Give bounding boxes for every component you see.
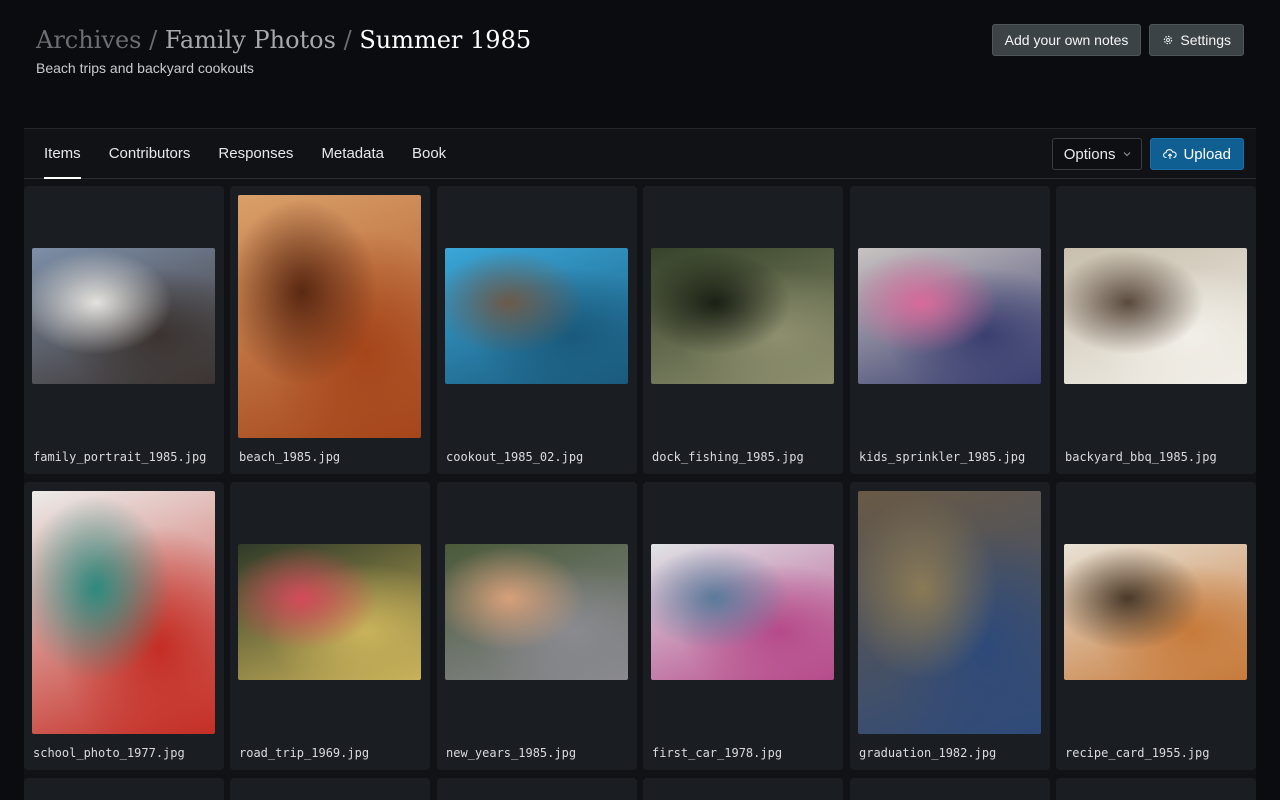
- item-card[interactable]: [437, 778, 637, 800]
- photo-thumbnail[interactable]: [1064, 544, 1247, 680]
- settings-button[interactable]: Settings: [1149, 24, 1244, 56]
- item-filename: recipe_card_1955.jpg: [1065, 746, 1210, 760]
- cloud-upload-icon: [1163, 149, 1178, 159]
- item-card[interactable]: [24, 778, 224, 800]
- item-card[interactable]: cookout_1985_02.jpg: [437, 186, 637, 474]
- upload-button[interactable]: Upload: [1150, 138, 1244, 170]
- item-card[interactable]: family_portrait_1985.jpg: [24, 186, 224, 474]
- tab-bar: Items Contributors Responses Metadata Bo…: [24, 129, 1256, 179]
- options-label: Options: [1063, 145, 1116, 163]
- item-filename: beach_1985.jpg: [239, 450, 341, 464]
- item-card[interactable]: first_car_1978.jpg: [643, 482, 843, 770]
- breadcrumb-archives[interactable]: Archives: [36, 26, 141, 54]
- photo-thumbnail[interactable]: [32, 248, 215, 384]
- item-card[interactable]: [850, 778, 1050, 800]
- item-filename: graduation_1982.jpg: [859, 746, 997, 760]
- item-card[interactable]: school_photo_1977.jpg: [24, 482, 224, 770]
- item-filename: backyard_bbq_1985.jpg: [1065, 450, 1217, 464]
- item-filename: road_trip_1969.jpg: [239, 746, 370, 760]
- photo-thumbnail[interactable]: [238, 195, 421, 438]
- photo-thumbnail[interactable]: [858, 248, 1041, 384]
- photo-thumbnail[interactable]: [858, 491, 1041, 734]
- photo-thumbnail[interactable]: [32, 491, 215, 734]
- add-notes-label: Add your own notes: [1004, 32, 1129, 48]
- breadcrumb-separator: /: [149, 26, 158, 54]
- tab-book[interactable]: Book: [412, 129, 446, 179]
- photo-thumbnail[interactable]: [1064, 248, 1247, 384]
- toolbar-actions: Options Upload: [1051, 138, 1244, 170]
- chevron-down-icon: [1124, 152, 1131, 157]
- item-card[interactable]: dock_fishing_1985.jpg: [643, 186, 843, 474]
- photo-thumbnail[interactable]: [445, 248, 628, 384]
- item-card[interactable]: [643, 778, 843, 800]
- item-card[interactable]: backyard_bbq_1985.jpg: [1056, 186, 1256, 474]
- page-header: Archives / Family Photos / Summer 1985 B…: [36, 24, 531, 76]
- breadcrumb: Archives / Family Photos / Summer 1985: [36, 24, 531, 56]
- photo-thumbnail[interactable]: [445, 544, 628, 680]
- gear-icon: [1164, 35, 1173, 45]
- breadcrumb-separator: /: [343, 26, 352, 54]
- tab-metadata[interactable]: Metadata: [321, 129, 384, 179]
- item-card[interactable]: graduation_1982.jpg: [850, 482, 1050, 770]
- options-dropdown[interactable]: Options: [1051, 138, 1143, 170]
- item-card[interactable]: new_years_1985.jpg: [437, 482, 637, 770]
- photo-thumbnail[interactable]: [238, 544, 421, 680]
- item-card[interactable]: beach_1985.jpg: [230, 186, 430, 474]
- add-notes-button[interactable]: Add your own notes: [991, 24, 1142, 56]
- tab-responses[interactable]: Responses: [218, 129, 293, 179]
- item-card[interactable]: road_trip_1969.jpg: [230, 482, 430, 770]
- photo-thumbnail[interactable]: [651, 248, 834, 384]
- tab-items[interactable]: Items: [44, 129, 81, 179]
- breadcrumb-family-photos[interactable]: Family Photos: [165, 26, 336, 54]
- header-actions: Add your own notes Settings: [991, 24, 1244, 56]
- items-panel: Items Contributors Responses Metadata Bo…: [24, 128, 1256, 800]
- item-card[interactable]: kids_sprinkler_1985.jpg: [850, 186, 1050, 474]
- item-filename: kids_sprinkler_1985.jpg: [859, 450, 1026, 464]
- item-filename: new_years_1985.jpg: [446, 746, 577, 760]
- settings-label: Settings: [1180, 32, 1231, 48]
- upload-label: Upload: [1183, 145, 1231, 163]
- item-card[interactable]: [230, 778, 430, 800]
- photo-thumbnail[interactable]: [651, 544, 834, 680]
- item-card[interactable]: recipe_card_1955.jpg: [1056, 482, 1256, 770]
- item-filename: school_photo_1977.jpg: [33, 746, 185, 760]
- tab-contributors[interactable]: Contributors: [109, 129, 191, 179]
- page-subtitle: Beach trips and backyard cookouts: [36, 60, 254, 76]
- page-title: Summer 1985: [359, 26, 532, 54]
- item-filename: first_car_1978.jpg: [652, 746, 783, 760]
- item-filename: family_portrait_1985.jpg: [33, 450, 207, 464]
- item-card[interactable]: [1056, 778, 1256, 800]
- item-filename: cookout_1985_02.jpg: [446, 450, 584, 464]
- item-filename: dock_fishing_1985.jpg: [652, 450, 804, 464]
